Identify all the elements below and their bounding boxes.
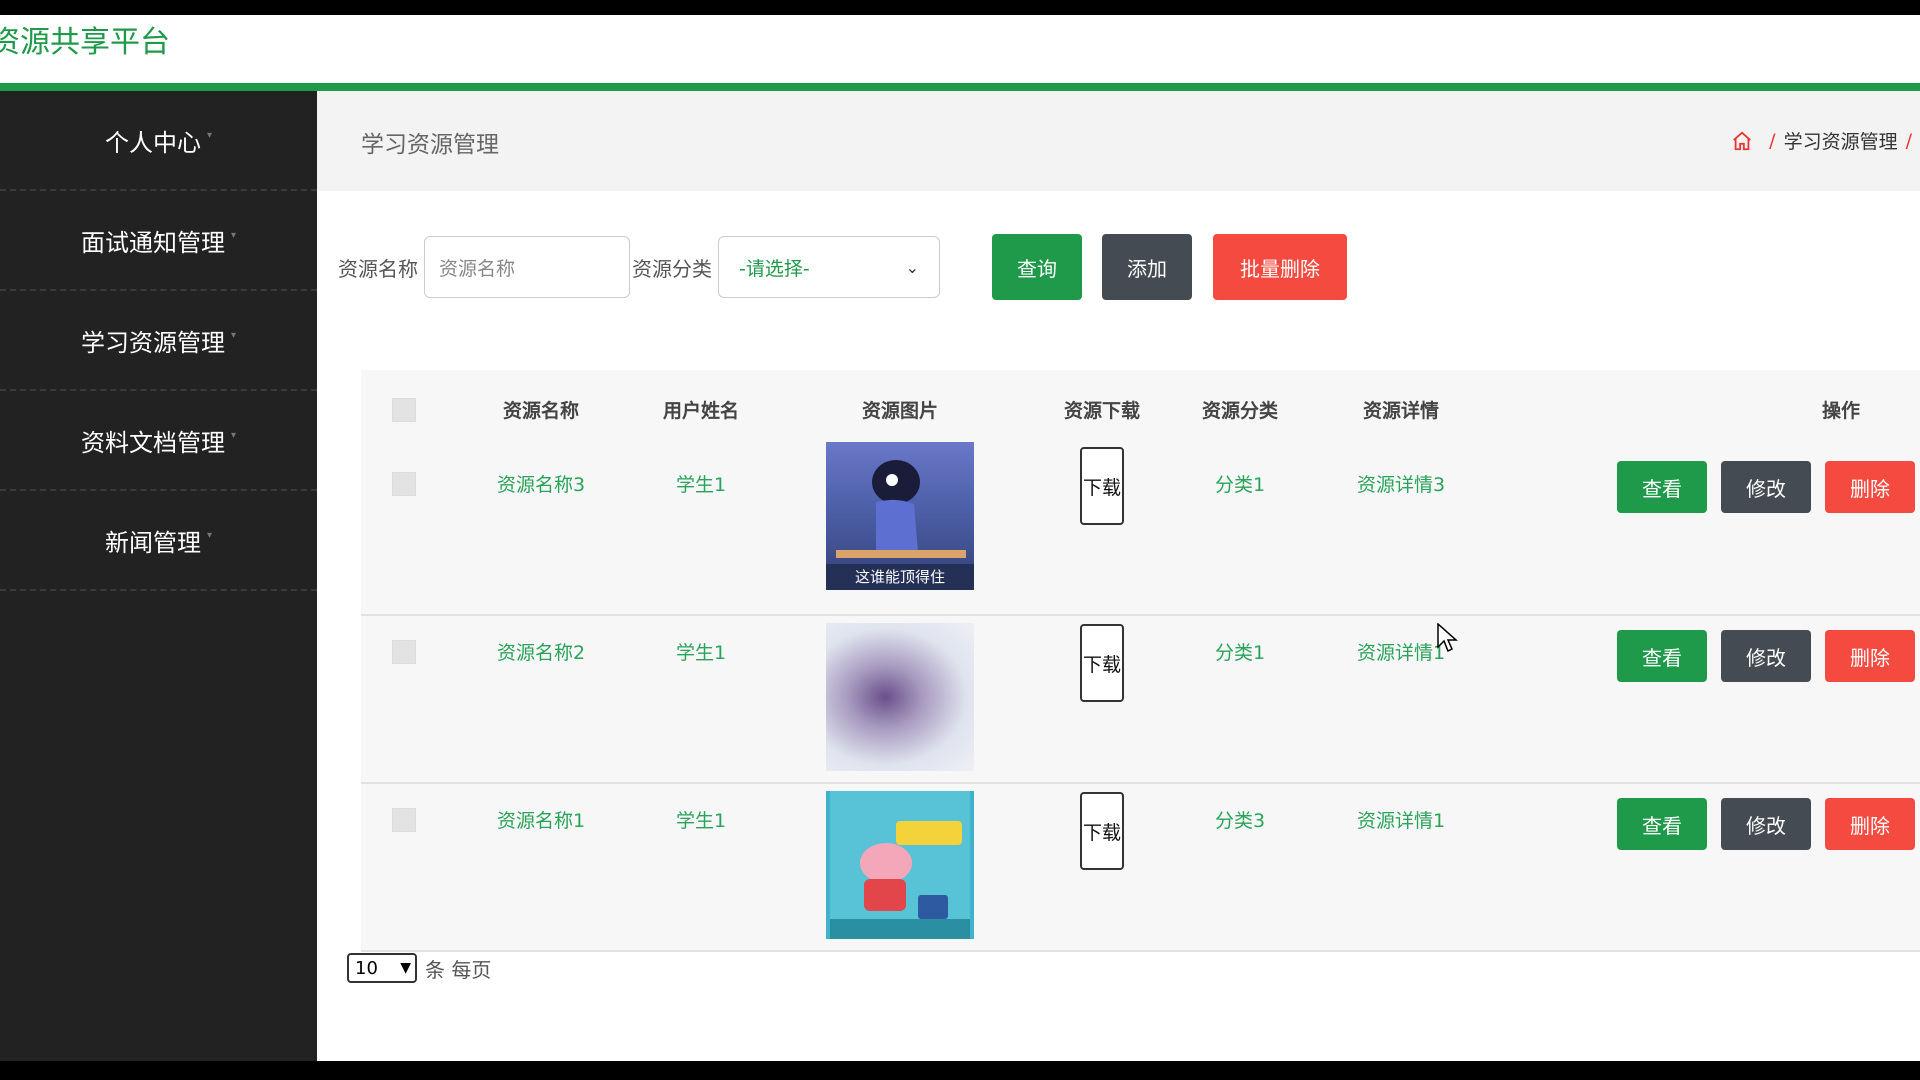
resource-name-label: 资源名称 — [338, 256, 418, 281]
column-header: 操作 — [1821, 400, 1860, 422]
delete-button[interactable]: 删除 — [1825, 461, 1915, 513]
edit-button[interactable]: 修改 — [1721, 461, 1811, 513]
page-size-value: 10 — [355, 957, 378, 979]
sidebar-item-label: 新闻管理 — [104, 528, 201, 557]
home-icon[interactable] — [1731, 130, 1753, 152]
resource-category-select[interactable]: -请选择- ⌄ — [718, 236, 940, 298]
chevron-down-icon: ⌄ — [905, 257, 919, 277]
column-header: 用户姓名 — [662, 400, 739, 422]
image-caption: 这谁能顶得住 — [854, 568, 945, 586]
resource-category: 分类1 — [1214, 474, 1266, 496]
resource-category: 分类3 — [1214, 810, 1266, 832]
view-button[interactable]: 查看 — [1617, 798, 1707, 850]
resource-image — [826, 623, 974, 771]
chevron-down-icon: ▼ — [400, 960, 411, 976]
batch-delete-button[interactable]: 批量删除 — [1213, 234, 1347, 300]
view-button[interactable]: 查看 — [1617, 461, 1707, 513]
column-header: 资源分类 — [1201, 400, 1278, 422]
select-value: -请选择- — [739, 257, 810, 280]
row-checkbox[interactable] — [392, 808, 416, 832]
site-title: 资源共享平台 — [0, 25, 170, 60]
pagination: 10 ▼ 条 每页 — [347, 953, 491, 983]
app-window: 资源共享平台 个人中心 ▾ 面试通知管理 ▾ 学习资源管理 ▾ 资料文档管理 ▾… — [0, 15, 1920, 1061]
sidebar-item-interview[interactable]: 面试通知管理 ▾ — [0, 191, 317, 291]
sidebar-item-label: 学习资源管理 — [80, 328, 225, 357]
breadcrumb: / 学习资源管理 / — [1731, 127, 1920, 154]
caret-icon: ▾ — [206, 529, 213, 541]
breadcrumb-separator: / — [1905, 129, 1912, 152]
sidebar-item-news[interactable]: 新闻管理 ▾ — [0, 491, 317, 591]
sidebar-item-documents[interactable]: 资料文档管理 ▾ — [0, 391, 317, 491]
breadcrumb-separator: / — [1769, 129, 1776, 152]
table-header: 资源名称 用户姓名 资源图片 资源下载 资源分类 资源详情 操作 — [361, 370, 1920, 448]
table-row: 资源名称1 学生1 下载 分类3 资源详情1 查看 修改 删除 — [361, 784, 1920, 952]
sidebar: 个人中心 ▾ 面试通知管理 ▾ 学习资源管理 ▾ 资料文档管理 ▾ 新闻管理 ▾ — [0, 91, 317, 1061]
caret-icon: ▾ — [206, 129, 213, 141]
edit-button[interactable]: 修改 — [1721, 630, 1811, 682]
mouse-cursor-icon — [1437, 623, 1458, 653]
resource-image: 这谁能顶得住 — [826, 442, 974, 590]
table-row: 资源名称2 学生1 下载 分类1 资源详情1 查看 修改 删除 — [361, 616, 1920, 784]
sidebar-item-profile[interactable]: 个人中心 ▾ — [0, 91, 317, 191]
resource-category: 分类1 — [1214, 642, 1266, 664]
top-header: 资源共享平台 — [0, 15, 1920, 83]
resource-name: 资源名称2 — [496, 642, 586, 664]
peppa-book-image — [830, 791, 970, 939]
column-header: 资源名称 — [502, 400, 579, 422]
column-header: 资源下载 — [1063, 400, 1140, 422]
view-button[interactable]: 查看 — [1617, 630, 1707, 682]
delete-button[interactable]: 删除 — [1825, 798, 1915, 850]
resource-detail: 资源详情3 — [1356, 474, 1446, 496]
caret-icon: ▾ — [230, 329, 237, 341]
main-content: 学习资源管理 / 学习资源管理 / 资源名称 资源名称 资源分类 -请选择- ⌄… — [317, 91, 1920, 1061]
page-size-label: 条 每页 — [425, 957, 492, 982]
delete-button[interactable]: 删除 — [1825, 630, 1915, 682]
download-button[interactable]: 下载 — [1080, 447, 1124, 525]
row-checkbox[interactable] — [392, 640, 416, 664]
sidebar-item-resources[interactable]: 学习资源管理 ▾ — [0, 291, 317, 391]
edit-button[interactable]: 修改 — [1721, 798, 1811, 850]
column-header: 资源图片 — [861, 400, 938, 422]
sidebar-item-label: 资料文档管理 — [80, 428, 225, 457]
user-name: 学生1 — [675, 810, 727, 832]
row-checkbox[interactable] — [392, 472, 416, 496]
page-header: 学习资源管理 / 学习资源管理 / — [317, 91, 1920, 191]
header-divider — [0, 83, 1920, 91]
resource-table: 资源名称 用户姓名 资源图片 资源下载 资源分类 资源详情 操作 资源名称3 学… — [361, 370, 1920, 952]
resource-name-input[interactable]: 资源名称 — [424, 236, 630, 298]
sidebar-item-label: 个人中心 — [104, 128, 201, 157]
query-button[interactable]: 查询 — [992, 234, 1082, 300]
caret-icon: ▾ — [230, 429, 237, 441]
user-name: 学生1 — [675, 474, 727, 496]
column-header: 资源详情 — [1362, 400, 1439, 422]
page-title: 学习资源管理 — [361, 132, 499, 158]
select-all-checkbox[interactable] — [392, 398, 416, 422]
add-button[interactable]: 添加 — [1102, 234, 1192, 300]
resource-detail: 资源详情1 — [1356, 810, 1446, 832]
resource-image — [826, 791, 974, 939]
download-button[interactable]: 下载 — [1080, 792, 1124, 870]
user-name: 学生1 — [675, 642, 727, 664]
search-bar: 资源名称 资源名称 资源分类 -请选择- ⌄ 查询 添加 批量删除 — [338, 234, 1347, 300]
sidebar-item-label: 面试通知管理 — [80, 228, 225, 257]
resource-category-label: 资源分类 — [632, 256, 712, 281]
download-button[interactable]: 下载 — [1080, 624, 1124, 702]
breadcrumb-item[interactable]: 学习资源管理 — [1784, 127, 1898, 154]
table-row: 资源名称3 学生1 这谁能顶得住 下载 分类1 资源详情3 查看 修改 删除 — [361, 442, 1920, 616]
resource-name: 资源名称1 — [496, 810, 586, 832]
resource-name: 资源名称3 — [496, 474, 586, 496]
caret-icon: ▾ — [230, 229, 237, 241]
page-size-select[interactable]: 10 ▼ — [347, 953, 417, 983]
